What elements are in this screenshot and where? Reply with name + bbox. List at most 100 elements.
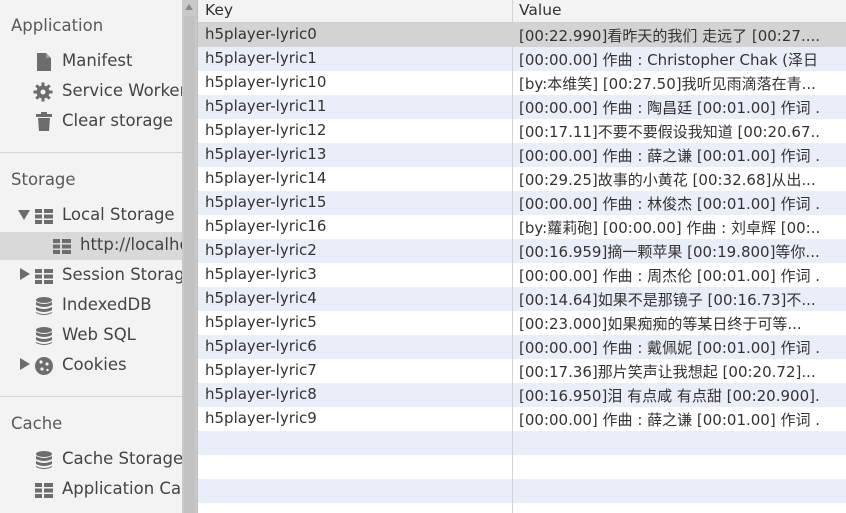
table-row[interactable]: h5player-lyric1 [00:00.00] 作曲 : Christoph… xyxy=(198,47,846,71)
key-cell[interactable]: h5player-lyric9 xyxy=(205,409,505,427)
sidebar-item-label: Session Storage xyxy=(62,265,182,284)
value-cell[interactable]: [00:14.64]如果不是那镜子 [00:16.73]不... xyxy=(519,289,819,310)
table-row[interactable]: h5player-lyric13 [00:00.00] 作曲 : 薛之谦 [00:… xyxy=(198,143,846,167)
value-cell[interactable]: [00:23.000]如果痴痴的等某日终于可等... xyxy=(519,313,819,334)
sidebar-item-application-cache[interactable]: Application Cache xyxy=(0,476,182,504)
database-icon xyxy=(34,326,54,346)
table-row[interactable]: h5player-lyric8 [00:16.950]泪 有点咸 有点甜 [00:… xyxy=(198,383,846,407)
value-cell[interactable]: [00:00.00] 作曲 : 陶昌廷 [00:01.00] 作词 ... xyxy=(519,97,819,118)
sidebar-item-cache-storage[interactable]: Cache Storage xyxy=(0,446,182,474)
collapsed-arrow-icon[interactable] xyxy=(20,268,30,280)
cookie-icon xyxy=(34,356,54,376)
sidebar-item-label: IndexedDB xyxy=(62,295,152,314)
sidebar-item-web-sql[interactable]: Web SQL xyxy=(0,322,182,350)
key-cell[interactable]: h5player-lyric12 xyxy=(205,121,505,139)
table-row[interactable]: h5player-lyric16 [by:蘿莉砲] [00:00.00] 作曲 :… xyxy=(198,215,846,239)
table-header: Key Value xyxy=(198,0,846,23)
table-row[interactable]: h5player-lyric6 [00:00.00] 作曲 : 戴佩妮 [00:0… xyxy=(198,335,846,359)
table-row[interactable]: h5player-lyric15 [00:00.00] 作曲 : 林俊杰 [00:… xyxy=(198,191,846,215)
collapsed-arrow-icon[interactable] xyxy=(20,358,30,370)
key-cell[interactable]: h5player-lyric5 xyxy=(205,313,505,331)
grid-icon xyxy=(52,236,72,256)
column-divider[interactable] xyxy=(512,0,513,513)
sidebar-item-label: Clear storage xyxy=(62,111,174,130)
sidebar-item-manifest[interactable]: Manifest xyxy=(0,48,182,76)
table-row[interactable]: h5player-lyric14 [00:29.25]故事的小黄花 [00:32.… xyxy=(198,167,846,191)
key-cell[interactable]: h5player-lyric1 xyxy=(205,49,505,67)
sidebar-item-label: Manifest xyxy=(62,51,133,70)
key-cell[interactable]: h5player-lyric2 xyxy=(205,241,505,259)
key-cell[interactable]: h5player-lyric7 xyxy=(205,361,505,379)
key-cell[interactable]: h5player-lyric13 xyxy=(205,145,505,163)
value-cell[interactable]: [by:本维笑] [00:27.50]我听见雨滴落在青... xyxy=(519,73,819,94)
value-cell[interactable]: [00:00.00] 作曲 : Christopher Chak (泽日... xyxy=(519,49,819,70)
key-cell[interactable]: h5player-lyric0 xyxy=(205,25,505,43)
grid-icon xyxy=(34,480,54,500)
value-cell[interactable]: [00:17.11]不要不要假设我知道 [00:20.67... xyxy=(519,121,819,142)
sidebar-item-label: Web SQL xyxy=(62,325,136,344)
sidebar-item-label: Cookies xyxy=(62,355,127,374)
value-cell[interactable]: [00:00.00] 作曲 : 周杰伦 [00:01.00] 作词 ... xyxy=(519,265,819,286)
key-cell[interactable]: h5player-lyric3 xyxy=(205,265,505,283)
table-row[interactable] xyxy=(198,479,846,503)
sidebar-item-service-workers[interactable]: Service Workers xyxy=(0,78,182,106)
table-row[interactable]: h5player-lyric10 [by:本维笑] [00:27.50]我听见雨滴… xyxy=(198,71,846,95)
table-row[interactable]: h5player-lyric12 [00:17.11]不要不要假设我知道 [00:… xyxy=(198,119,846,143)
table-row[interactable] xyxy=(198,503,846,513)
key-cell[interactable]: h5player-lyric11 xyxy=(205,97,505,115)
sidebar-item-local-storage[interactable]: Local Storage xyxy=(0,202,182,230)
table-row[interactable] xyxy=(198,431,846,455)
key-cell[interactable]: h5player-lyric8 xyxy=(205,385,505,403)
sidebar-item-localhost[interactable]: http://localhost xyxy=(0,232,182,260)
value-cell[interactable]: [00:16.950]泪 有点咸 有点甜 [00:20.900]... xyxy=(519,385,819,406)
table-body: h5player-lyric0 [00:22.990]看昨天的我们 走远了 [00… xyxy=(198,23,846,513)
divider xyxy=(0,396,182,397)
key-cell[interactable]: h5player-lyric6 xyxy=(205,337,505,355)
trash-icon xyxy=(34,112,54,132)
divider xyxy=(0,152,182,153)
value-cell[interactable]: [00:16.959]摘一颗苹果 [00:19.800]等你... xyxy=(519,241,819,262)
section-title-cache: Cache xyxy=(11,414,63,433)
value-cell[interactable]: [by:蘿莉砲] [00:00.00] 作曲 : 刘卓辉 [00:... xyxy=(519,217,819,238)
section-title-application: Application xyxy=(11,16,104,35)
storage-table: Key Value h5player-lyric0 [00:22.990]看昨天的… xyxy=(198,0,846,513)
table-row[interactable]: h5player-lyric0 [00:22.990]看昨天的我们 走远了 [00… xyxy=(198,23,846,47)
sidebar-scrollbar[interactable] xyxy=(182,0,197,513)
value-cell[interactable]: [00:00.00] 作曲 : 林俊杰 [00:01.00] 作词 ... xyxy=(519,193,819,214)
gear-icon xyxy=(33,82,53,102)
database-icon xyxy=(34,450,54,470)
table-row[interactable]: h5player-lyric9 [00:00.00] 作曲 : 薛之谦 [00:0… xyxy=(198,407,846,431)
expanded-arrow-icon[interactable] xyxy=(18,210,30,220)
value-cell[interactable]: [00:00.00] 作曲 : 戴佩妮 [00:01.00] 作词 ... xyxy=(519,337,819,358)
key-cell[interactable]: h5player-lyric15 xyxy=(205,193,505,211)
sidebar-item-indexeddb[interactable]: IndexedDB xyxy=(0,292,182,320)
value-cell[interactable]: [00:00.00] 作曲 : 薛之谦 [00:01.00] 作词 ... xyxy=(519,409,819,430)
document-icon xyxy=(34,52,54,72)
sidebar-item-label: http://localhost xyxy=(80,235,182,254)
table-row[interactable]: h5player-lyric5 [00:23.000]如果痴痴的等某日终于可等..… xyxy=(198,311,846,335)
sidebar-item-clear-storage[interactable]: Clear storage xyxy=(0,108,182,136)
value-cell[interactable]: [00:17.36]那片笑声让我想起 [00:20.72]... xyxy=(519,361,819,382)
key-cell[interactable]: h5player-lyric16 xyxy=(205,217,505,235)
table-row[interactable]: h5player-lyric4 [00:14.64]如果不是那镜子 [00:16.… xyxy=(198,287,846,311)
key-cell[interactable]: h5player-lyric4 xyxy=(205,289,505,307)
key-cell[interactable]: h5player-lyric14 xyxy=(205,169,505,187)
table-row[interactable]: h5player-lyric3 [00:00.00] 作曲 : 周杰伦 [00:0… xyxy=(198,263,846,287)
table-row[interactable]: h5player-lyric7 [00:17.36]那片笑声让我想起 [00:20… xyxy=(198,359,846,383)
sidebar-item-label: Application Cache xyxy=(62,479,182,498)
column-header-value[interactable]: Value xyxy=(519,1,562,19)
scrollbar-thumb[interactable] xyxy=(184,16,195,513)
sidebar-item-label: Local Storage xyxy=(62,205,175,224)
table-row[interactable]: h5player-lyric2 [00:16.959]摘一颗苹果 [00:19.8… xyxy=(198,239,846,263)
sidebar-item-cookies[interactable]: Cookies xyxy=(0,352,182,380)
table-row[interactable] xyxy=(198,455,846,479)
grid-icon xyxy=(34,206,54,226)
value-cell[interactable]: [00:29.25]故事的小黄花 [00:32.68]从出... xyxy=(519,169,819,190)
column-header-key[interactable]: Key xyxy=(205,1,233,19)
value-cell[interactable]: [00:00.00] 作曲 : 薛之谦 [00:01.00] 作词 ... xyxy=(519,145,819,166)
value-cell[interactable]: [00:22.990]看昨天的我们 走远了 [00:27.... xyxy=(519,25,819,46)
sidebar-item-session-storage[interactable]: Session Storage xyxy=(0,262,182,290)
scroll-up-arrow-icon[interactable] xyxy=(185,4,193,10)
key-cell[interactable]: h5player-lyric10 xyxy=(205,73,505,91)
table-row[interactable]: h5player-lyric11 [00:00.00] 作曲 : 陶昌廷 [00:… xyxy=(198,95,846,119)
